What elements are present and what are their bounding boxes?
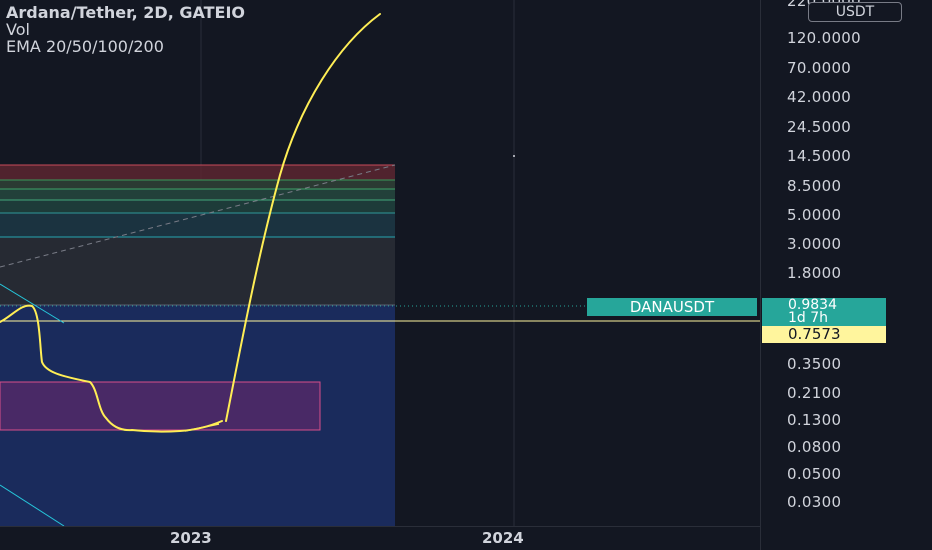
time-axis[interactable]: 2023 2024 <box>0 526 760 550</box>
cursor-dot <box>513 155 515 157</box>
ema-indicator-label[interactable]: EMA 20/50/100/200 <box>6 38 245 55</box>
price-tick: 8.5000 <box>787 177 842 195</box>
fib-zone-green-2 <box>0 189 395 200</box>
chart-legend: Ardana/Tether, 2D, GATEIO Vol EMA 20/50/… <box>6 4 245 55</box>
fib-zone-green-1 <box>0 180 395 189</box>
time-tick: 2024 <box>482 529 524 547</box>
crosshair-price-badge: 0.7573 <box>762 326 886 343</box>
price-tick: 0.0500 <box>787 465 842 483</box>
time-tick: 2023 <box>170 529 212 547</box>
symbol-title[interactable]: Ardana/Tether, 2D, GATEIO <box>6 4 245 21</box>
price-tick: 0.0800 <box>787 438 842 456</box>
price-tick: 3.0000 <box>787 235 842 253</box>
symbol-price-label: DANAUSDT <box>587 298 757 316</box>
fib-zone-green-3 <box>0 200 395 213</box>
last-price-badge: 0.9834 1d 7h <box>762 298 886 326</box>
support-zone-rectangle[interactable] <box>0 381 321 431</box>
price-tick: 0.2100 <box>787 384 842 402</box>
currency-unit-button[interactable]: USDT <box>808 2 902 22</box>
price-tick: 0.3500 <box>787 355 842 373</box>
price-tick: 120.0000 <box>787 29 861 47</box>
bar-countdown: 1d 7h <box>788 310 829 326</box>
price-tick: 0.0300 <box>787 493 842 511</box>
volume-indicator-label[interactable]: Vol <box>6 21 245 38</box>
price-tick: 1.8000 <box>787 264 842 282</box>
price-tick: 70.0000 <box>787 59 852 77</box>
price-tick: 5.0000 <box>787 206 842 224</box>
fib-zone-red <box>0 165 395 180</box>
price-tick: 0.1300 <box>787 411 842 429</box>
price-axis[interactable]: 220.0000 120.0000 70.0000 42.0000 24.500… <box>760 0 932 550</box>
price-tick: 24.5000 <box>787 118 852 136</box>
price-tick: 42.0000 <box>787 88 852 106</box>
price-tick: 14.5000 <box>787 147 852 165</box>
fib-zone-teal <box>0 213 395 237</box>
fib-zone-gray <box>0 237 395 305</box>
chart-canvas[interactable] <box>0 0 760 526</box>
